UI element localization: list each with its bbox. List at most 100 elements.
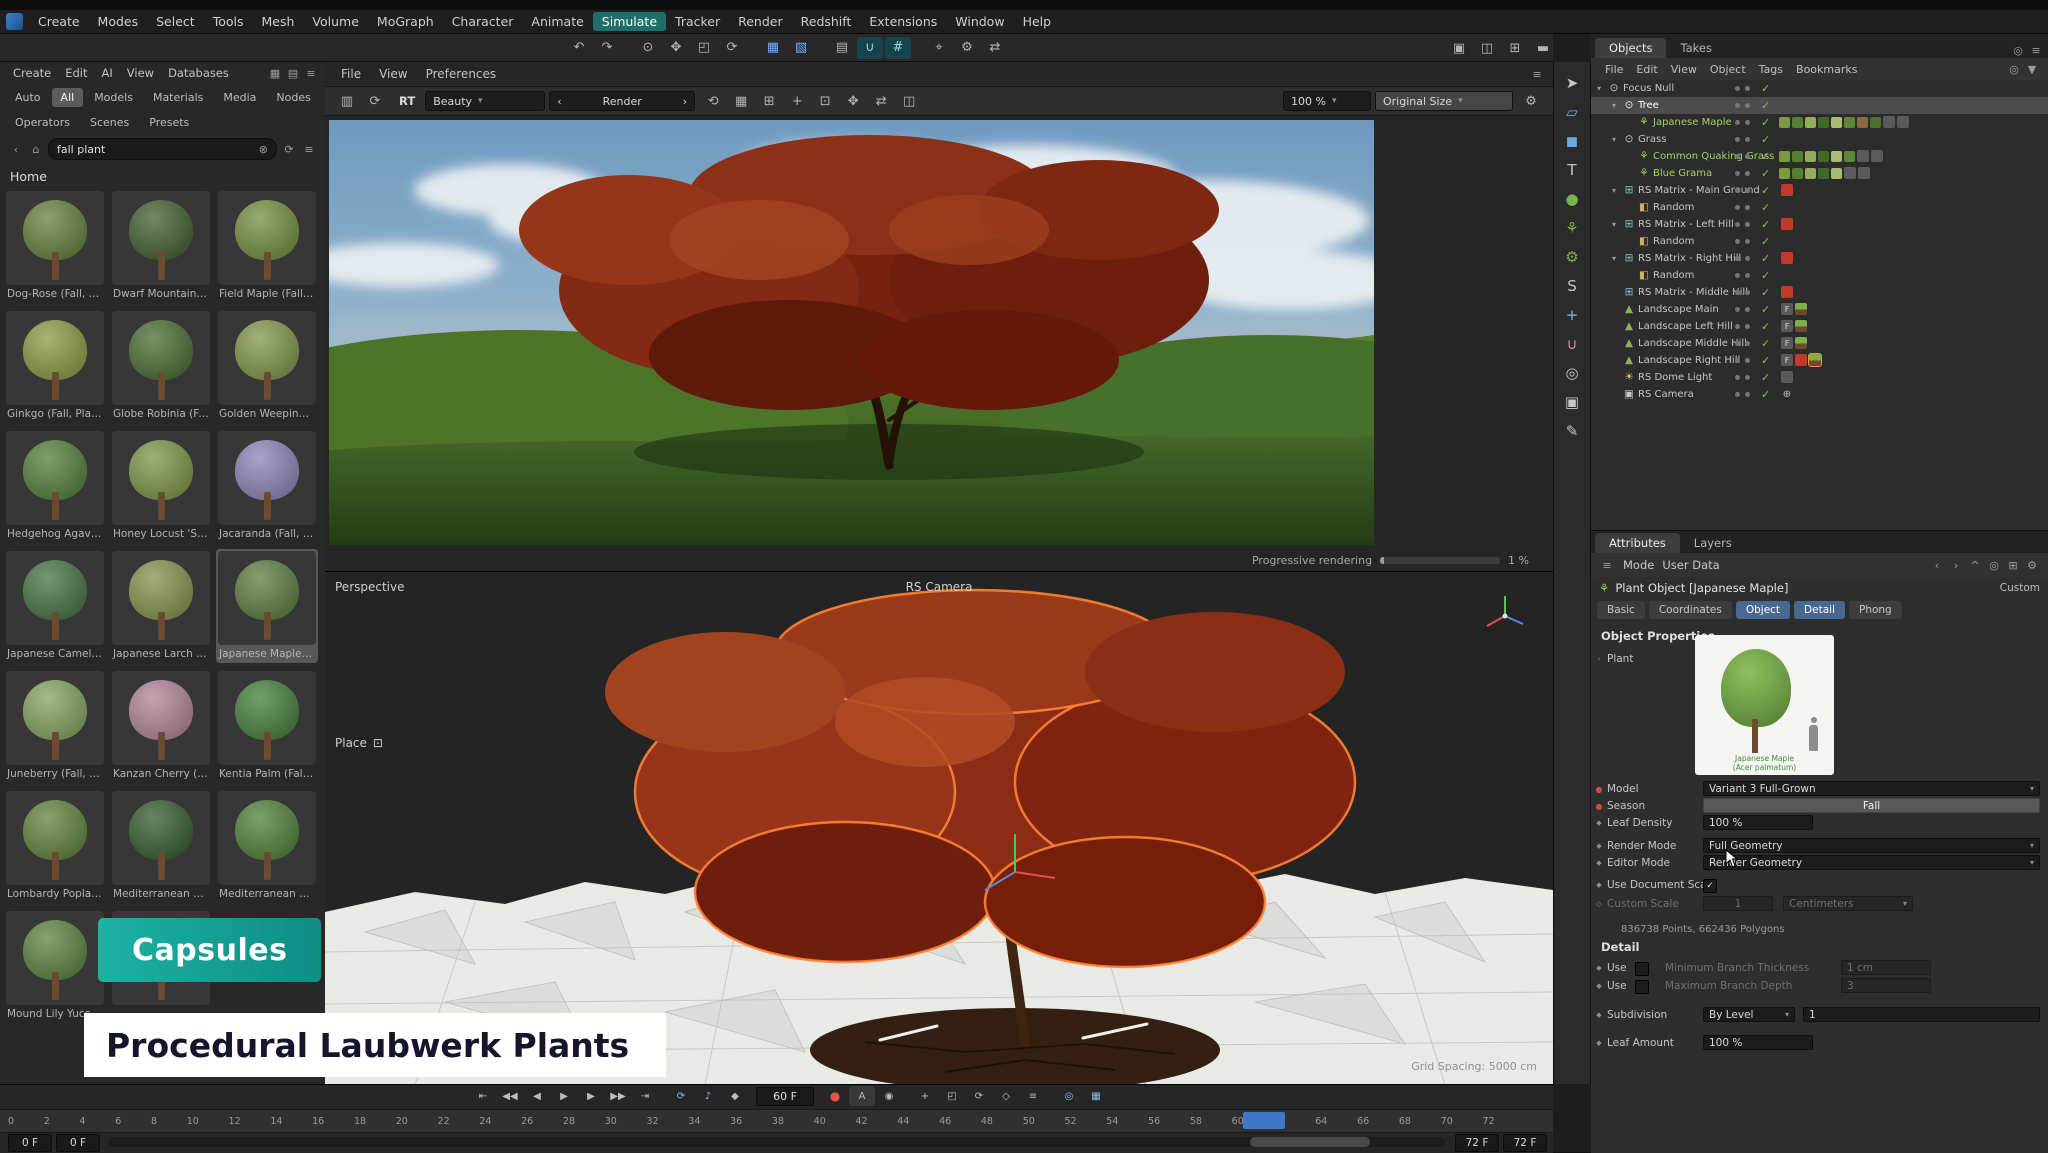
gear-icon[interactable]: ⚙ — [2024, 557, 2040, 573]
expand-arrow-icon[interactable]: ▾ — [1612, 216, 1622, 233]
keyframe-dot[interactable]: ● — [1591, 785, 1607, 794]
object-name[interactable]: RS Matrix - Middle Hill — [1638, 284, 1748, 301]
object-row[interactable]: ⚘ Japanese Maple — [1591, 114, 2048, 131]
object-name[interactable]: RS Matrix - Main Ground — [1638, 182, 1760, 199]
object-row[interactable]: ⚘ Common Quaking Grass — [1591, 148, 2048, 165]
plant-preview-thumbnail[interactable]: Japanese Maple (Acer palmatum) — [1695, 635, 1834, 775]
axis-icon[interactable]: + — [1557, 300, 1587, 329]
keyframe-dot[interactable]: ◆ — [1591, 1011, 1607, 1019]
generic-tag-icon[interactable] — [1844, 167, 1856, 179]
pen-icon[interactable]: ✎ — [1557, 416, 1587, 445]
render-view-menu-item[interactable]: File — [333, 66, 369, 82]
object-row[interactable]: ▾ ⊞ RS Matrix - Left Hill — [1591, 216, 2048, 233]
magnet-icon[interactable]: ∪ — [1557, 329, 1587, 358]
object-row[interactable]: ▲ Landscape Main F — [1591, 301, 2048, 318]
refresh-icon[interactable]: ⟳ — [281, 141, 297, 157]
menu-item[interactable]: Simulate — [593, 12, 666, 31]
visibility-dots[interactable] — [1735, 205, 1740, 210]
expand-arrow-icon[interactable]: ▾ — [1597, 80, 1607, 97]
material-swatch[interactable] — [1831, 168, 1842, 179]
enabled-check-icon[interactable] — [1761, 369, 1770, 387]
generic-tag-icon[interactable] — [1883, 116, 1895, 128]
asset-item[interactable]: Mound Lily Yucca (Fall... — [4, 909, 106, 1023]
use-doc-scale-checkbox[interactable]: ✓ — [1703, 879, 1717, 893]
filter-tab[interactable]: Materials — [144, 88, 212, 107]
panel-menu-icon[interactable]: ≡ — [303, 65, 319, 81]
visibility-dots[interactable] — [1735, 392, 1740, 397]
play-button[interactable]: ▶ — [551, 1086, 577, 1106]
object-row[interactable]: ⊞ RS Matrix - Middle Hill — [1591, 284, 2048, 301]
search-icon[interactable]: ◎ — [1986, 557, 2002, 573]
asset-item[interactable]: Kanzan Cherry (Fall, Pl... — [110, 669, 212, 783]
visibility-dots[interactable] — [1735, 358, 1740, 363]
axis-icon[interactable]: ⌖ — [926, 37, 952, 59]
enabled-check-icon[interactable] — [1761, 80, 1770, 98]
visibility-dots[interactable] — [1735, 120, 1740, 125]
generic-tag-icon[interactable] — [1781, 371, 1793, 383]
visibility-dots[interactable] — [1735, 307, 1740, 312]
asset-item[interactable]: Kentia Palm (Fall, Plant) — [216, 669, 318, 783]
asset-item[interactable]: Globe Robinia (Fall, Pl... — [110, 309, 212, 423]
parameter-tab[interactable]: Object — [1736, 601, 1790, 619]
search-icon[interactable]: ◎ — [2010, 42, 2026, 58]
rotation-key-icon[interactable]: ⟳ — [966, 1086, 992, 1106]
toolbar-icon[interactable] — [747, 37, 758, 59]
redshift-tag-icon[interactable] — [1781, 218, 1793, 230]
redshift-tag-icon[interactable] — [1781, 184, 1793, 196]
object-name[interactable]: RS Matrix - Left Hill — [1638, 216, 1734, 233]
menu-item[interactable]: Volume — [303, 12, 368, 31]
object-row[interactable]: ▲ Landscape Middle Hill F — [1591, 335, 2048, 352]
editor-mode-dropdown[interactable]: Render Geometry▾ — [1703, 855, 2040, 870]
render-view-menu-item[interactable]: Preferences — [418, 66, 505, 82]
playhead[interactable] — [1243, 1112, 1285, 1129]
keyframe-dot[interactable]: ◆ — [1591, 982, 1607, 990]
range-max-field[interactable]: 72 F — [1503, 1134, 1547, 1152]
render-nav-field[interactable]: ‹ Render › — [549, 91, 695, 111]
enabled-check-icon[interactable] — [1761, 165, 1770, 183]
enabled-check-icon[interactable] — [1761, 318, 1770, 336]
material-swatch[interactable] — [1805, 151, 1816, 162]
object-name[interactable]: RS Dome Light — [1638, 369, 1712, 386]
om-menu-item[interactable]: Bookmarks — [1790, 62, 1863, 77]
menu-item[interactable]: Create — [29, 12, 89, 31]
min-branch-checkbox[interactable] — [1635, 962, 1649, 976]
viewport-view-menu[interactable]: Perspective — [335, 580, 405, 594]
asset-item[interactable]: Golden Weeping Willo... — [216, 309, 318, 423]
season-cycle-button[interactable]: Fall — [1703, 798, 2040, 813]
compare-icon[interactable]: ⇄ — [868, 90, 894, 112]
visibility-dots[interactable] — [1735, 171, 1740, 176]
nav-prev-icon[interactable]: ‹ — [557, 95, 561, 108]
enabled-check-icon[interactable] — [1761, 352, 1770, 370]
menu-item[interactable]: Extensions — [860, 12, 946, 31]
object-row[interactable]: ☀ RS Dome Light — [1591, 369, 2048, 386]
landscape-tag-icon[interactable] — [1809, 354, 1821, 366]
object-name[interactable]: Grass — [1638, 131, 1666, 148]
keyframe-dot[interactable]: ◆ — [1591, 842, 1607, 850]
material-swatch[interactable] — [1779, 117, 1790, 128]
asset-item[interactable]: Dwarf Mountain Pine (... — [110, 189, 212, 303]
f-tag-icon[interactable]: F — [1781, 303, 1793, 315]
filter-icon[interactable]: ▼ — [2024, 61, 2040, 77]
visibility-dots[interactable] — [1735, 239, 1740, 244]
visibility-dots[interactable] — [1735, 86, 1740, 91]
object-name[interactable]: Focus Null — [1623, 80, 1674, 97]
quantize-icon[interactable]: # — [885, 37, 911, 59]
fit-icon[interactable]: ⊡ — [812, 90, 838, 112]
filter-tab[interactable]: Models — [85, 88, 142, 107]
enabled-check-icon[interactable] — [1761, 386, 1770, 404]
enabled-check-icon[interactable] — [1761, 335, 1770, 353]
menu-item[interactable]: Redshift — [792, 12, 861, 31]
landscape-tag-icon[interactable] — [1795, 320, 1807, 332]
keyframe-dot[interactable]: ◆ — [1591, 881, 1607, 889]
sphere-icon[interactable]: ● — [1557, 184, 1587, 213]
zoom-dropdown[interactable]: 100 % ▾ — [1283, 91, 1371, 111]
live-selection-icon[interactable]: ⊙ — [635, 37, 661, 59]
asset-item[interactable]: Japanese Maple (Fall, ... — [216, 549, 318, 663]
timeline-ruler[interactable]: 0246810121416182022242628303234363840424… — [0, 1109, 1553, 1133]
keyframe-nav-icon[interactable]: ◆ — [722, 1086, 748, 1106]
toolbar-icon[interactable] — [816, 37, 827, 59]
render-view-menu-item[interactable]: View — [371, 66, 415, 82]
keyframe-selection-button[interactable]: ◉ — [876, 1086, 902, 1106]
asset-item[interactable]: Juneberry (Fall, Plant) — [4, 669, 106, 783]
toolbar-icon[interactable] — [622, 37, 633, 59]
